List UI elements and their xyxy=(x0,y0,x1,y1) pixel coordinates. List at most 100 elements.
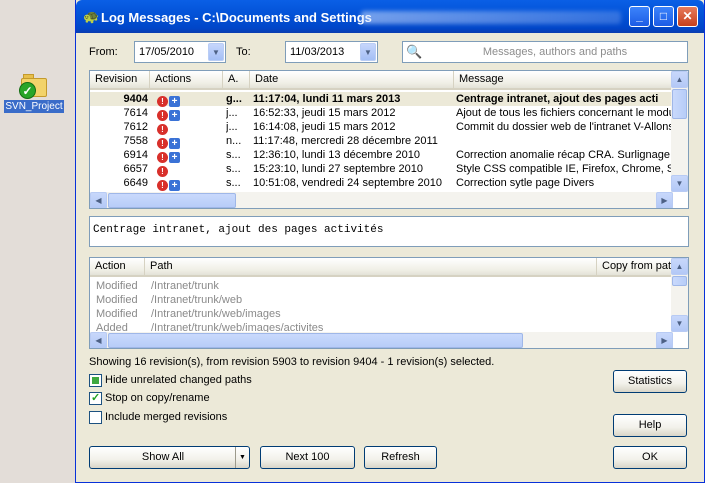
scroll-left-icon[interactable]: ◀ xyxy=(90,192,107,208)
checkbox-unchecked-icon[interactable] xyxy=(89,411,102,424)
revision-author: j... xyxy=(226,121,238,133)
title-bar[interactable]: 🐢 Log Messages - C:\Documents and Settin… xyxy=(76,0,704,33)
log-messages-window: 🐢 Log Messages - C:\Documents and Settin… xyxy=(75,0,705,483)
revision-row[interactable]: 9404 ! + g... 11:17:04, lundi 11 mars 201… xyxy=(90,92,673,107)
modified-icon: ! xyxy=(157,180,168,191)
ok-button[interactable]: OK xyxy=(613,446,687,469)
revision-message: Ajout de tous les fichiers concernant le… xyxy=(456,107,673,119)
search-input[interactable] xyxy=(427,44,683,60)
show-all-label: Show All xyxy=(141,451,185,463)
path-row[interactable]: Modified /Intranet/trunk xyxy=(90,279,673,293)
from-date-picker[interactable]: 17/05/2010 ▼ xyxy=(134,41,226,63)
column-message[interactable]: Message xyxy=(454,71,673,88)
paths-horizontal-scrollbar[interactable]: ◀ ▶ xyxy=(90,332,673,348)
paths-vertical-scrollbar[interactable]: ▲ ▼ xyxy=(671,258,688,332)
desktop: ✓ SVN_Project xyxy=(0,0,75,483)
revision-message: Correction anomalie récap CRA. Surlignag… xyxy=(456,149,673,161)
column-author[interactable]: A. xyxy=(223,71,250,88)
revision-number: 6914 xyxy=(123,149,148,161)
chevron-down-icon[interactable]: ▼ xyxy=(208,43,224,61)
svn-project-desktop-icon[interactable]: ✓ SVN_Project xyxy=(3,72,65,113)
column-revision[interactable]: Revision xyxy=(90,71,150,88)
revision-row[interactable]: 7612 ! j... 16:14:08, jeudi 15 mars 2012… xyxy=(90,120,673,135)
refresh-button[interactable]: Refresh xyxy=(364,446,437,469)
path-row[interactable]: Modified /Intranet/trunk/web xyxy=(90,293,673,307)
search-icon[interactable]: 🔍 xyxy=(406,44,424,60)
path-action: Modified xyxy=(96,280,138,292)
revision-row[interactable]: 7558 ! + n... 11:17:48, mercredi 28 décem… xyxy=(90,134,673,149)
statistics-button[interactable]: Statistics xyxy=(613,370,687,393)
scroll-thumb[interactable] xyxy=(108,193,236,208)
from-date-value: 17/05/2010 xyxy=(139,46,195,58)
blurred-path-region xyxy=(361,11,621,24)
scroll-thumb[interactable] xyxy=(672,89,687,119)
revision-message: Centrage intranet, ajout des pages acti xyxy=(456,93,659,105)
minimize-button[interactable]: _ xyxy=(629,6,650,27)
scroll-thumb[interactable] xyxy=(672,276,687,286)
column-actions[interactable]: Actions xyxy=(150,71,223,88)
revision-date: 10:51:08, vendredi 24 septembre 2010 xyxy=(253,177,442,189)
path-value: /Intranet/trunk/web/images xyxy=(151,308,281,320)
revision-action-icons: ! + xyxy=(157,92,217,107)
stop-on-copy-label: Stop on copy/rename xyxy=(105,392,210,404)
path-action: Modified xyxy=(96,294,138,306)
revision-horizontal-scrollbar[interactable]: ◀ ▶ xyxy=(90,192,673,208)
revision-date: 12:36:10, lundi 13 décembre 2010 xyxy=(253,149,420,161)
revision-row[interactable]: 7614 ! + j... 16:52:33, jeudi 15 mars 201… xyxy=(90,106,673,121)
scroll-right-icon[interactable]: ▶ xyxy=(656,332,673,348)
revision-vertical-scrollbar[interactable]: ▲ ▼ xyxy=(671,71,688,192)
to-date-picker[interactable]: 11/03/2013 ▼ xyxy=(285,41,378,63)
revision-row[interactable]: 6914 ! + s... 12:36:10, lundi 13 décembre… xyxy=(90,148,673,163)
revision-number: 6657 xyxy=(123,163,148,175)
show-all-button[interactable]: Show All ▼ xyxy=(89,446,250,469)
revision-action-icons: ! + xyxy=(157,134,217,149)
from-label: From: xyxy=(89,46,118,58)
hide-unrelated-label: Hide unrelated changed paths xyxy=(105,374,252,386)
revision-action-icons: ! xyxy=(157,120,217,135)
path-row[interactable]: Modified /Intranet/trunk/web/images xyxy=(90,307,673,321)
log-message-textbox[interactable]: Centrage intranet, ajout des pages activ… xyxy=(89,216,689,247)
path-action: Modified xyxy=(96,308,138,320)
folder-icon: ✓ xyxy=(19,72,49,99)
next-100-button[interactable]: Next 100 xyxy=(260,446,355,469)
scroll-left-icon[interactable]: ◀ xyxy=(90,332,107,348)
revision-action-icons: ! + xyxy=(157,106,217,121)
scroll-down-icon[interactable]: ▼ xyxy=(671,175,688,192)
revision-author: s... xyxy=(226,177,241,189)
revision-date: 16:52:33, jeudi 15 mars 2012 xyxy=(253,107,396,119)
added-icon: + xyxy=(169,180,180,191)
path-value: /Intranet/trunk xyxy=(151,280,219,292)
scroll-thumb[interactable] xyxy=(108,333,523,348)
path-value: /Intranet/trunk/web xyxy=(151,294,243,306)
scroll-up-icon[interactable]: ▲ xyxy=(671,258,688,275)
revision-row[interactable]: 6657 ! s... 15:23:10, lundi 27 septembre… xyxy=(90,162,673,177)
revision-action-icons: ! xyxy=(157,162,217,177)
scroll-right-icon[interactable]: ▶ xyxy=(656,192,673,208)
revision-row[interactable]: 6649 ! + s... 10:51:08, vendredi 24 septe… xyxy=(90,176,673,191)
window-title: Log Messages - C:\Documents and Settings xyxy=(101,10,372,25)
column-action[interactable]: Action xyxy=(90,258,145,275)
checkbox-partial-icon[interactable] xyxy=(89,374,102,387)
revision-author: s... xyxy=(226,149,241,161)
chevron-down-icon[interactable]: ▼ xyxy=(360,43,376,61)
checkbox-checked-icon[interactable] xyxy=(89,391,102,405)
chevron-down-icon[interactable]: ▼ xyxy=(235,447,249,468)
help-button[interactable]: Help xyxy=(613,414,687,437)
scroll-down-icon[interactable]: ▼ xyxy=(671,315,688,332)
close-button[interactable]: ✕ xyxy=(677,6,698,27)
column-copy-from-path[interactable]: Copy from pat xyxy=(597,258,673,275)
revision-message: Style CSS compatible IE, Firefox, Chrome… xyxy=(456,163,673,175)
revision-number: 7558 xyxy=(123,135,148,147)
column-path[interactable]: Path xyxy=(145,258,597,275)
maximize-button[interactable]: □ xyxy=(653,6,674,27)
paths-list-header: Action Path Copy from pat xyxy=(90,258,673,277)
revision-author: j... xyxy=(226,107,238,119)
search-field[interactable]: 🔍 xyxy=(402,41,688,63)
revision-action-icons: ! + xyxy=(157,148,217,163)
revision-number: 9404 xyxy=(123,93,148,105)
status-text: Showing 16 revision(s), from revision 59… xyxy=(89,356,495,368)
include-merged-label: Include merged revisions xyxy=(105,411,228,423)
revision-number: 7612 xyxy=(123,121,148,133)
scroll-up-icon[interactable]: ▲ xyxy=(671,71,688,88)
column-date[interactable]: Date xyxy=(250,71,454,88)
